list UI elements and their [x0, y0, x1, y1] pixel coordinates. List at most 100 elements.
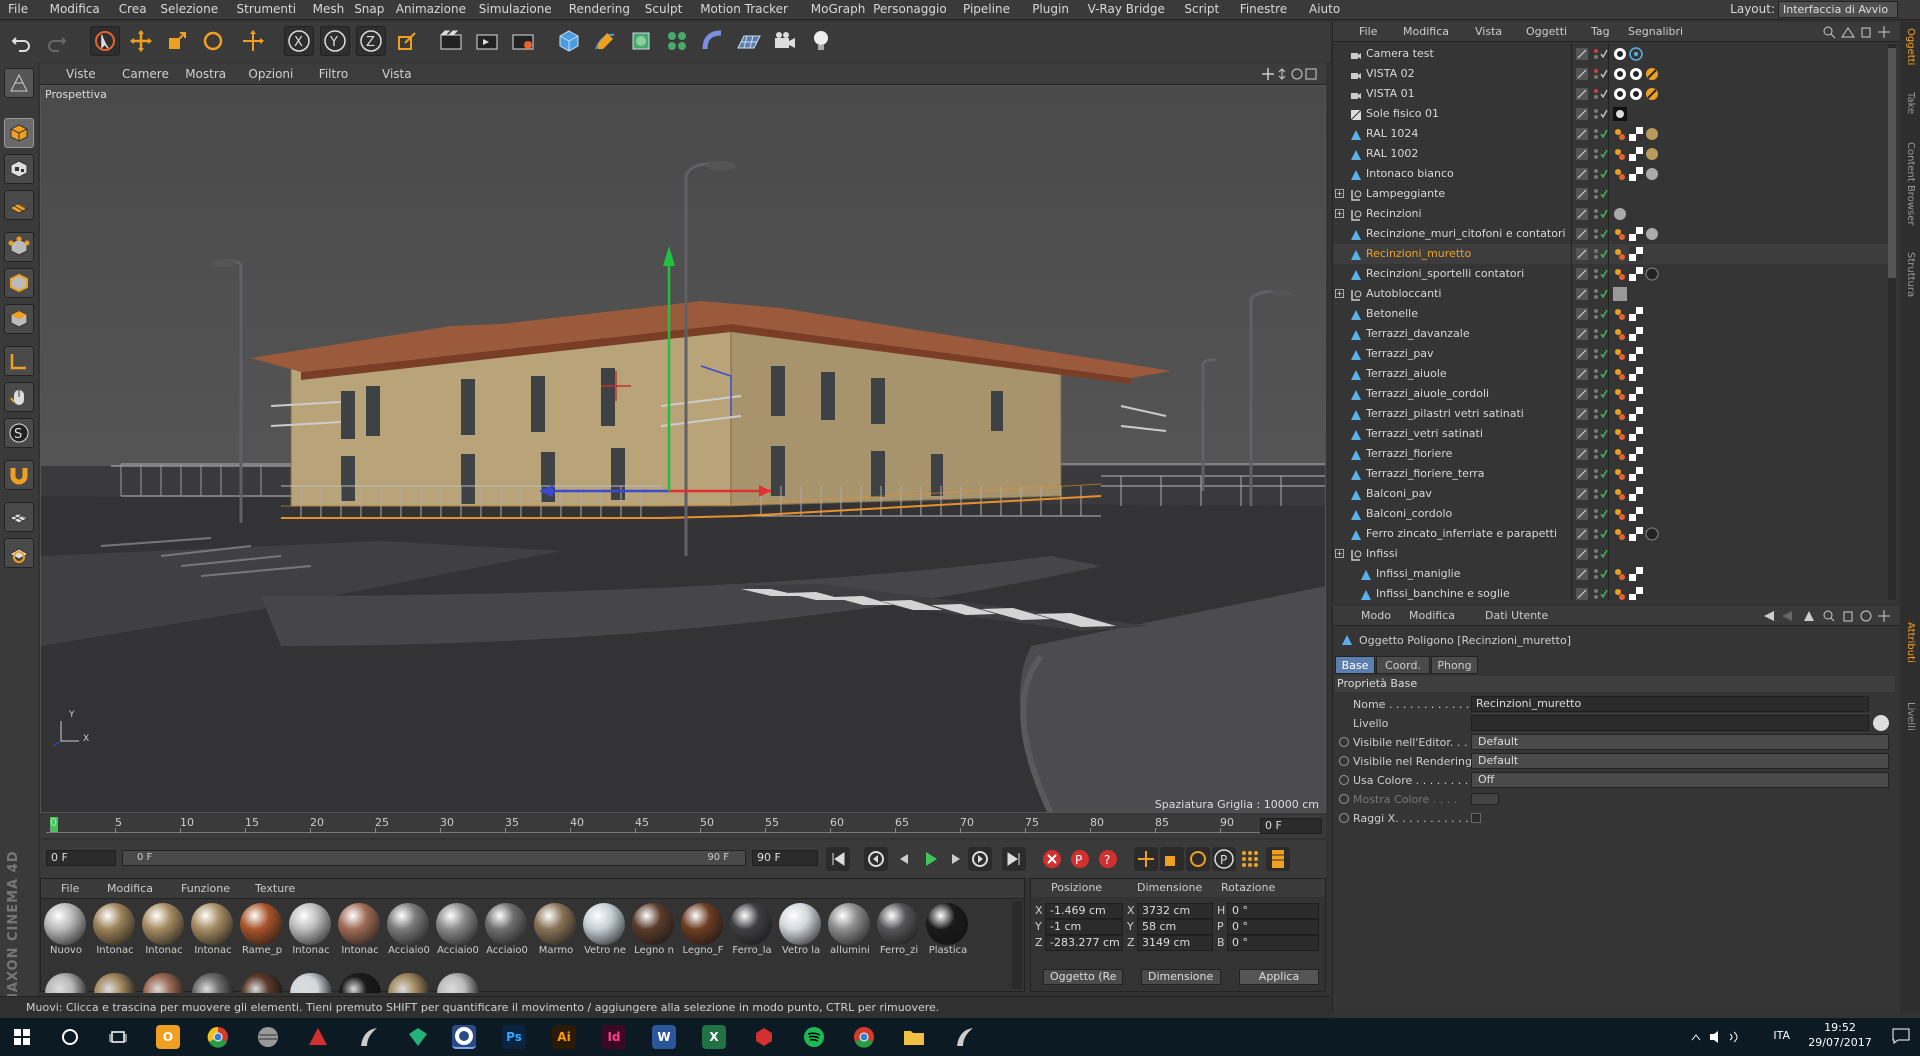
xray-checkbox[interactable] — [1471, 813, 1481, 823]
camera-icon[interactable] — [770, 26, 800, 56]
object-row[interactable]: Terrazzi_aiuole_cordoli — [1333, 384, 1888, 404]
texture-tag-icon[interactable] — [1613, 287, 1627, 301]
material-preview-partial[interactable] — [241, 973, 283, 993]
menu-sculpt[interactable]: Sculpt — [645, 2, 682, 16]
enable-check-icon[interactable] — [1600, 568, 1608, 580]
material-menu-file[interactable]: File — [61, 882, 79, 895]
enable-check-icon[interactable] — [1600, 428, 1608, 440]
magnet-icon[interactable] — [4, 460, 34, 490]
viewport-menu-vista[interactable]: Vista — [382, 67, 412, 81]
transform-tool-icon[interactable] — [238, 26, 268, 56]
pen-spline-icon[interactable] — [590, 26, 620, 56]
visibility-dots[interactable] — [1592, 187, 1600, 201]
phong-tag-icon[interactable] — [1613, 507, 1627, 521]
phong-tag-icon[interactable] — [1613, 347, 1627, 361]
viewport-menu-opzioni[interactable]: Opzioni — [248, 67, 293, 81]
menu-rendering[interactable]: Rendering — [569, 2, 630, 16]
enable-check-icon[interactable] — [1600, 528, 1608, 540]
enable-check-icon[interactable] — [1600, 68, 1608, 80]
tray-icons[interactable] — [1690, 1029, 1750, 1048]
subdivision-icon[interactable] — [626, 26, 656, 56]
menu-pipeline[interactable]: Pipeline — [963, 2, 1010, 16]
layer-edit-icon[interactable] — [1576, 268, 1588, 280]
enable-check-icon[interactable] — [1600, 168, 1608, 180]
menu-selezione[interactable]: Selezione — [160, 2, 218, 16]
points-mode-icon[interactable] — [4, 232, 34, 262]
apply-button[interactable]: Applica — [1239, 969, 1319, 985]
layer-edit-icon[interactable] — [1576, 548, 1588, 560]
enable-check-icon[interactable] — [1600, 548, 1608, 560]
right-tab-struttura[interactable]: Struttura — [1905, 252, 1916, 297]
color-swatch[interactable] — [1471, 793, 1499, 805]
phong-tag-icon[interactable] — [1613, 367, 1627, 381]
material-menu-texture[interactable]: Texture — [255, 882, 295, 895]
attribute-menu-modifica[interactable]: Modifica — [1409, 609, 1455, 622]
visibility-dots[interactable] — [1592, 47, 1600, 61]
enable-check-icon[interactable] — [1600, 208, 1608, 220]
expand-toggle-icon[interactable]: + — [1335, 189, 1344, 198]
undo-icon[interactable] — [6, 26, 36, 56]
expand-toggle-icon[interactable]: + — [1335, 209, 1344, 218]
field-3-select[interactable]: Default — [1471, 753, 1889, 769]
polygons-mode-icon[interactable] — [4, 304, 34, 334]
object-menu-file[interactable]: File — [1359, 25, 1377, 38]
layer-edit-icon[interactable] — [1576, 148, 1588, 160]
checker-tag-icon[interactable] — [1629, 267, 1643, 281]
object-menu-vista[interactable]: Vista — [1475, 25, 1502, 38]
phong-tag-icon[interactable] — [1613, 147, 1627, 161]
object-row[interactable]: RAL 1024 — [1333, 124, 1888, 144]
checker-tag-icon[interactable] — [1629, 527, 1643, 541]
cloner-icon[interactable] — [662, 26, 692, 56]
visibility-dots[interactable] — [1592, 487, 1600, 501]
visibility-dots[interactable] — [1592, 527, 1600, 541]
phong-tag-icon[interactable] — [1613, 167, 1627, 181]
layout-select[interactable]: Interfaccia di Avvio — [1778, 1, 1898, 18]
material-item[interactable]: Rame_p — [239, 903, 283, 956]
layer-picker-icon[interactable] — [1873, 715, 1889, 731]
attribute-nav-icons[interactable] — [1762, 609, 1892, 623]
tray-language[interactable]: ITA — [1773, 1029, 1790, 1042]
spotify-icon[interactable] — [802, 1025, 826, 1049]
menu-crea[interactable]: Crea — [119, 2, 147, 16]
make-editable-icon[interactable] — [4, 68, 34, 98]
target-tag-icon[interactable] — [1629, 87, 1643, 101]
checker-tag-icon[interactable] — [1629, 147, 1643, 161]
target-tag-icon[interactable] — [1629, 67, 1643, 81]
layer-edit-icon[interactable] — [1576, 368, 1588, 380]
windows-start-icon[interactable] — [10, 1025, 34, 1049]
enable-check-icon[interactable] — [1600, 448, 1608, 460]
object-manager-icons[interactable] — [1822, 25, 1892, 39]
bronze-tag-icon[interactable] — [1645, 147, 1659, 161]
material-item[interactable]: Vetro la — [778, 903, 822, 956]
enable-check-icon[interactable] — [1600, 188, 1608, 200]
attribute-menu-dati-utente[interactable]: Dati Utente — [1485, 609, 1548, 622]
phong-tag-icon[interactable] — [1613, 567, 1627, 581]
object-menu-tag[interactable]: Tag — [1591, 25, 1610, 38]
visibility-dots[interactable] — [1592, 407, 1600, 421]
menu-modifica[interactable]: Modifica — [50, 2, 100, 16]
visibility-dots[interactable] — [1592, 387, 1600, 401]
model-mode-icon[interactable] — [4, 118, 34, 148]
object-row[interactable]: Terrazzi_fioriere — [1333, 444, 1888, 464]
object-row[interactable]: Sole fisico 01 — [1333, 104, 1888, 124]
visibility-dots[interactable] — [1592, 427, 1600, 441]
render-settings-icon[interactable] — [508, 26, 538, 56]
expand-toggle-icon[interactable]: + — [1335, 549, 1344, 558]
material-item[interactable]: Acciaio0 — [435, 903, 479, 956]
layer-edit-icon[interactable] — [1576, 128, 1588, 140]
timeline-ruler[interactable]: 0 F 0 5 10 15 20 25 30 35 40 45 50 55 60 65 70 75 80 85 90 — [40, 814, 1326, 838]
object-row[interactable]: Betonelle — [1333, 304, 1888, 324]
material-preview-partial[interactable] — [290, 973, 332, 993]
stop-tag-icon[interactable] — [1645, 67, 1659, 81]
chrome-second-icon[interactable] — [852, 1025, 876, 1049]
material-item[interactable]: Marmo — [533, 903, 577, 956]
menu-file[interactable]: File — [8, 2, 28, 16]
checker-tag-icon[interactable] — [1629, 567, 1643, 581]
layer-edit-icon[interactable] — [1576, 468, 1588, 480]
viewport-nav-icons[interactable] — [1260, 66, 1318, 85]
layer-edit-icon[interactable] — [1576, 48, 1588, 60]
enable-check-icon[interactable] — [1600, 148, 1608, 160]
rotation-field[interactable]: 0 ° — [1227, 919, 1319, 935]
phong-tag-icon[interactable] — [1613, 487, 1627, 501]
phong-tag-icon[interactable] — [1613, 387, 1627, 401]
